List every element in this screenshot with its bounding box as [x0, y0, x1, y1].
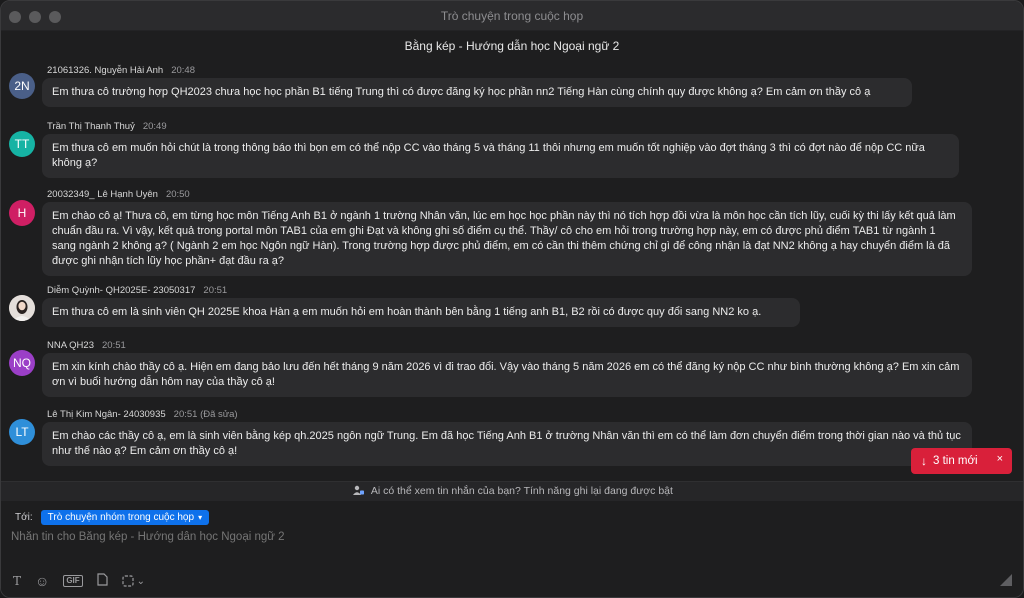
- window-title: Trò chuyện trong cuộc họp: [440, 9, 584, 23]
- text-format-icon[interactable]: T: [13, 574, 21, 588]
- message-bubble[interactable]: Em thưa cô trường hợp QH2023 chưa học họ…: [42, 78, 912, 107]
- chat-header: Bằng kép - Hướng dẫn học Ngoại ngữ 2: [404, 39, 620, 53]
- message-bubble[interactable]: Em xin kính chào thầy cô ạ. Hiện em đang…: [42, 353, 972, 397]
- message-meta: Lê Thị Kim Ngân- 24030935 20:51 (Đã sửa): [47, 409, 238, 420]
- sender-name[interactable]: Trần Thị Thanh Thuỷ: [47, 121, 135, 132]
- person-lock-icon: [353, 485, 367, 497]
- file-icon[interactable]: [97, 573, 108, 589]
- notice-text: Ai có thể xem tin nhắn của bạn? Tính năn…: [370, 485, 673, 497]
- message-time: 20:50: [165, 189, 190, 200]
- message-bubble[interactable]: Em chào cô ạ! Thưa cô, em từng học môn T…: [42, 202, 972, 276]
- avatar[interactable]: H: [9, 200, 35, 226]
- composer-toolbar: T ☺ GIF ⌄: [13, 573, 145, 589]
- avatar[interactable]: TT: [9, 131, 35, 157]
- new-messages-label: 3 tin mới: [933, 455, 978, 467]
- message-list[interactable]: 2N 21061326. Nguyễn Hải Anh 20:48 Em thưa…: [1, 61, 1023, 481]
- sender-name[interactable]: NNA QH23: [47, 340, 94, 351]
- message-time: 20:51: [102, 340, 126, 351]
- avatar-photo-icon: [9, 295, 35, 321]
- recipient-value: Trò chuyện nhóm trong cuộc họp: [47, 512, 195, 523]
- gif-icon[interactable]: GIF: [63, 575, 83, 587]
- message-meta: NNA QH23 20:51: [47, 340, 126, 351]
- sender-name[interactable]: Lê Thị Kim Ngân- 24030935: [47, 409, 166, 420]
- chat-window: Trò chuyện trong cuộc họp Bằng kép - Hướ…: [0, 0, 1024, 598]
- recording-notice[interactable]: Ai có thể xem tin nhắn của bạn? Tính năn…: [1, 481, 1023, 501]
- message-time: 20:51 (Đã sửa): [173, 409, 238, 420]
- avatar[interactable]: 2N: [9, 73, 35, 99]
- caret-down-icon: ▾: [198, 513, 203, 522]
- avatar[interactable]: [9, 295, 35, 321]
- new-messages-button[interactable]: ↓ 3 tin mới ×: [911, 448, 1012, 474]
- message-bubble[interactable]: Em thưa cô em là sinh viên QH 2025E khoa…: [42, 298, 800, 327]
- emoji-icon[interactable]: ☺: [35, 573, 49, 589]
- recipient-dropdown[interactable]: Trò chuyện nhóm trong cuộc họp ▾: [40, 510, 210, 525]
- to-label: Tới:: [15, 512, 33, 523]
- message-meta: Trần Thị Thanh Thuỷ 20:49: [47, 121, 167, 132]
- close-icon[interactable]: ×: [997, 453, 1003, 465]
- message-meta: 21061326. Nguyễn Hải Anh 20:48: [47, 65, 195, 76]
- chevron-down-icon[interactable]: ⌄: [137, 576, 145, 587]
- message-bubble[interactable]: Em thưa cô em muốn hỏi chút là trong thô…: [42, 134, 959, 178]
- message-time: 20:48: [171, 65, 195, 76]
- sender-name[interactable]: 20032349_ Lê Hạnh Uyên: [47, 189, 158, 200]
- message-meta: Diễm Quỳnh- QH2025E- 23050317 20:51: [47, 285, 227, 296]
- avatar[interactable]: LT: [9, 419, 35, 445]
- message-input[interactable]: [11, 531, 1001, 543]
- message-bubble[interactable]: Em chào các thầy cô ạ, em là sinh viên b…: [42, 422, 972, 466]
- avatar[interactable]: NQ: [9, 350, 35, 376]
- recipient-row: Tới: Trò chuyện nhóm trong cuộc họp ▾: [15, 510, 210, 525]
- message-time: 20:51: [203, 285, 228, 296]
- message-meta: 20032349_ Lê Hạnh Uyên 20:50: [47, 189, 190, 200]
- message-time: 20:49: [142, 121, 167, 132]
- sender-name[interactable]: Diễm Quỳnh- QH2025E- 23050317: [47, 285, 195, 296]
- title-bar: Trò chuyện trong cuộc họp: [1, 1, 1023, 31]
- composer: Tới: Trò chuyện nhóm trong cuộc họp▾ T ☺…: [1, 501, 1023, 597]
- sender-name[interactable]: 21061326. Nguyễn Hải Anh: [47, 65, 163, 76]
- send-icon[interactable]: [997, 573, 1015, 589]
- screenshot-icon[interactable]: ⌄: [122, 575, 145, 587]
- arrow-down-icon: ↓: [921, 454, 927, 468]
